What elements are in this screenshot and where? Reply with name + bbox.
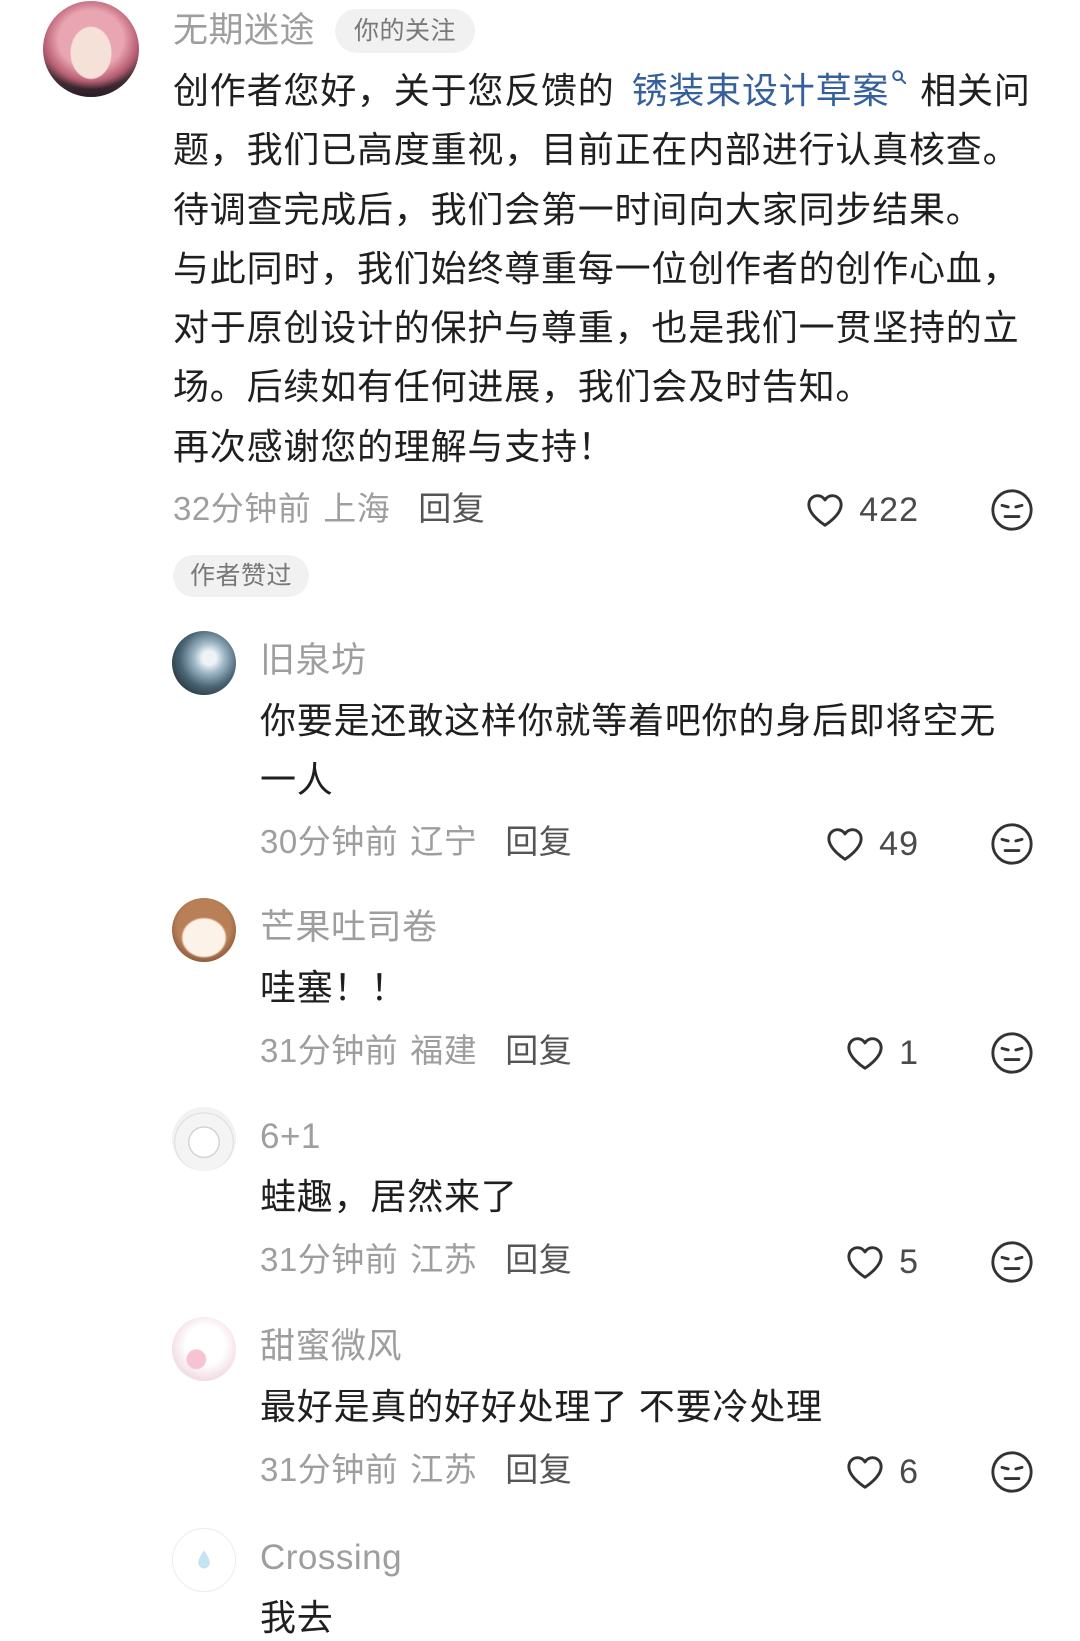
like-count: 422 [859, 491, 919, 529]
reply-time: 30分钟前 [260, 823, 399, 860]
comment-location: 上海 [323, 490, 391, 527]
topic-link-label: 锈装束设计草案 [631, 70, 890, 111]
like-count: 6 [899, 1453, 919, 1491]
meh-face-icon [989, 487, 1035, 533]
meh-face-icon [989, 821, 1035, 867]
meh-face-icon [989, 1239, 1035, 1285]
comment-meta: 32分钟前 上海 回复 [173, 484, 485, 534]
dislike-button[interactable] [989, 1030, 1035, 1076]
reply-text: 蛙趣，居然来了 [260, 1167, 1050, 1226]
comment-text-line: 创作者您好，关于您反馈的 锈装束设计草案 相关问 [173, 61, 1053, 120]
comment-text-line: 场。后续如有任何进展，我们会及时告知。 [173, 366, 873, 408]
reply-author-name[interactable]: 6+1 [260, 1114, 321, 1160]
comment-time: 32分钟前 [173, 490, 312, 527]
heart-icon [843, 1240, 887, 1284]
heart-icon [843, 1450, 887, 1494]
like-button[interactable]: 5 [843, 1237, 919, 1287]
comment-text-segment: 相关问 [920, 70, 1031, 111]
reply-meta: 31分钟前 江苏 回复 [260, 1445, 572, 1495]
top-comment: 无期迷途 你的关注 创作者您好，关于您反馈的 锈装束设计草案 相关问 题，我们已高度… [0, 0, 1080, 600]
reply-button[interactable]: 回复 [505, 1241, 572, 1278]
reply-comment: Crossing 我去 [0, 1528, 1080, 1640]
meh-face-icon [989, 1449, 1035, 1495]
reply-comment: 旧泉坊 你要是还敢这样你就等着吧你的身后即将空无 一人 30分钟前 辽宁 回复 49 [0, 631, 1080, 871]
reply-text-line: 你要是还敢这样你就等着吧你的身后即将空无 [260, 700, 997, 741]
meh-face-icon [989, 1030, 1035, 1076]
comment-text-line: 再次感谢您的理解与支持！ [173, 425, 615, 467]
topic-link[interactable]: 锈装束设计草案 [632, 70, 908, 111]
reply-text: 最好是真的好好处理了 不要冷处理 [260, 1377, 1050, 1436]
reply-time: 31分钟前 [260, 1451, 399, 1488]
reply-time: 31分钟前 [260, 1241, 399, 1278]
reply-author-name[interactable]: Crossing [260, 1535, 402, 1581]
avatar[interactable] [172, 631, 236, 695]
comment-author-name[interactable]: 无期迷途 [173, 8, 315, 54]
reply-comment: 芒果吐司卷 哇塞！！ 31分钟前 福建 回复 1 [0, 898, 1080, 1078]
like-button[interactable]: 1 [843, 1028, 919, 1078]
heart-icon [803, 488, 847, 532]
reply-meta: 31分钟前 福建 回复 [260, 1026, 572, 1076]
reply-comment: 6+1 蛙趣，居然来了 31分钟前 江苏 回复 5 [0, 1107, 1080, 1287]
reply-author-name[interactable]: 芒果吐司卷 [260, 905, 438, 951]
reply-author-name[interactable]: 旧泉坊 [260, 638, 367, 684]
reply-button[interactable]: 回复 [505, 823, 572, 860]
reply-location: 江苏 [410, 1241, 478, 1278]
like-count: 5 [899, 1243, 919, 1281]
reply-location: 江苏 [410, 1451, 478, 1488]
reply-text-line: 哇塞！！ [260, 967, 408, 1008]
reply-button[interactable]: 回复 [505, 1451, 572, 1488]
reply-text: 我去 [260, 1596, 1050, 1640]
dislike-button[interactable] [989, 487, 1035, 533]
reply-text: 哇塞！！ [260, 958, 1050, 1017]
reply-text-line: 最好是真的好好处理了 不要冷处理 [260, 1386, 823, 1427]
avatar[interactable] [172, 1107, 236, 1171]
dislike-button[interactable] [989, 1239, 1035, 1285]
like-count: 49 [879, 825, 919, 863]
comment-thread: 无期迷途 你的关注 创作者您好，关于您反馈的 锈装束设计草案 相关问 题，我们已高度… [0, 0, 1080, 1641]
like-button[interactable]: 6 [843, 1447, 919, 1497]
avatar[interactable] [172, 1528, 236, 1592]
author-liked-badge: 作者赞过 [173, 555, 310, 597]
reply-time: 31分钟前 [260, 1032, 399, 1069]
following-badge: 你的关注 [335, 9, 476, 53]
like-button[interactable]: 422 [803, 485, 919, 535]
comment-text-line: 题，我们已高度重视，目前正在内部进行认真核查。 [173, 129, 1020, 171]
reply-meta: 31分钟前 江苏 回复 [260, 1235, 572, 1285]
reply-text-line: 一人 [260, 759, 334, 800]
comment-text-line: 与此同时，我们始终尊重每一位创作者的创作心血， [173, 247, 1020, 289]
dislike-button[interactable] [989, 821, 1035, 867]
reply-text-line: 我去 [260, 1597, 334, 1638]
water-drop-icon [192, 1548, 216, 1572]
comment-text-segment: 创作者您好，关于您反馈的 [173, 70, 615, 111]
avatar[interactable] [172, 898, 236, 962]
comment-text: 创作者您好，关于您反馈的 锈装束设计草案 相关问 题，我们已高度重视，目前正在内部进… [173, 61, 1053, 476]
comment-text-line: 对于原创设计的保护与尊重，也是我们一贯坚持的立 [173, 307, 1020, 349]
dislike-button[interactable] [989, 1449, 1035, 1495]
reply-location: 辽宁 [410, 823, 478, 860]
reply-comment: 甜蜜微风 最好是真的好好处理了 不要冷处理 31分钟前 江苏 回复 6 [0, 1317, 1080, 1497]
heart-icon [843, 1031, 887, 1075]
search-icon [891, 69, 907, 85]
comment-text-line: 待调查完成后，我们会第一时间向大家同步结果。 [173, 188, 983, 230]
reply-author-name[interactable]: 甜蜜微风 [260, 1324, 402, 1370]
reply-button[interactable]: 回复 [418, 490, 485, 527]
reply-text: 你要是还敢这样你就等着吧你的身后即将空无 一人 [260, 691, 1050, 809]
heart-icon [823, 822, 867, 866]
avatar[interactable] [43, 1, 139, 97]
avatar[interactable] [172, 1317, 236, 1381]
reply-meta: 30分钟前 辽宁 回复 [260, 817, 572, 867]
like-button[interactable]: 49 [823, 819, 919, 869]
reply-button[interactable]: 回复 [505, 1032, 572, 1069]
reply-text-line: 蛙趣，居然来了 [260, 1176, 518, 1217]
like-count: 1 [899, 1034, 919, 1072]
reply-location: 福建 [410, 1032, 478, 1069]
